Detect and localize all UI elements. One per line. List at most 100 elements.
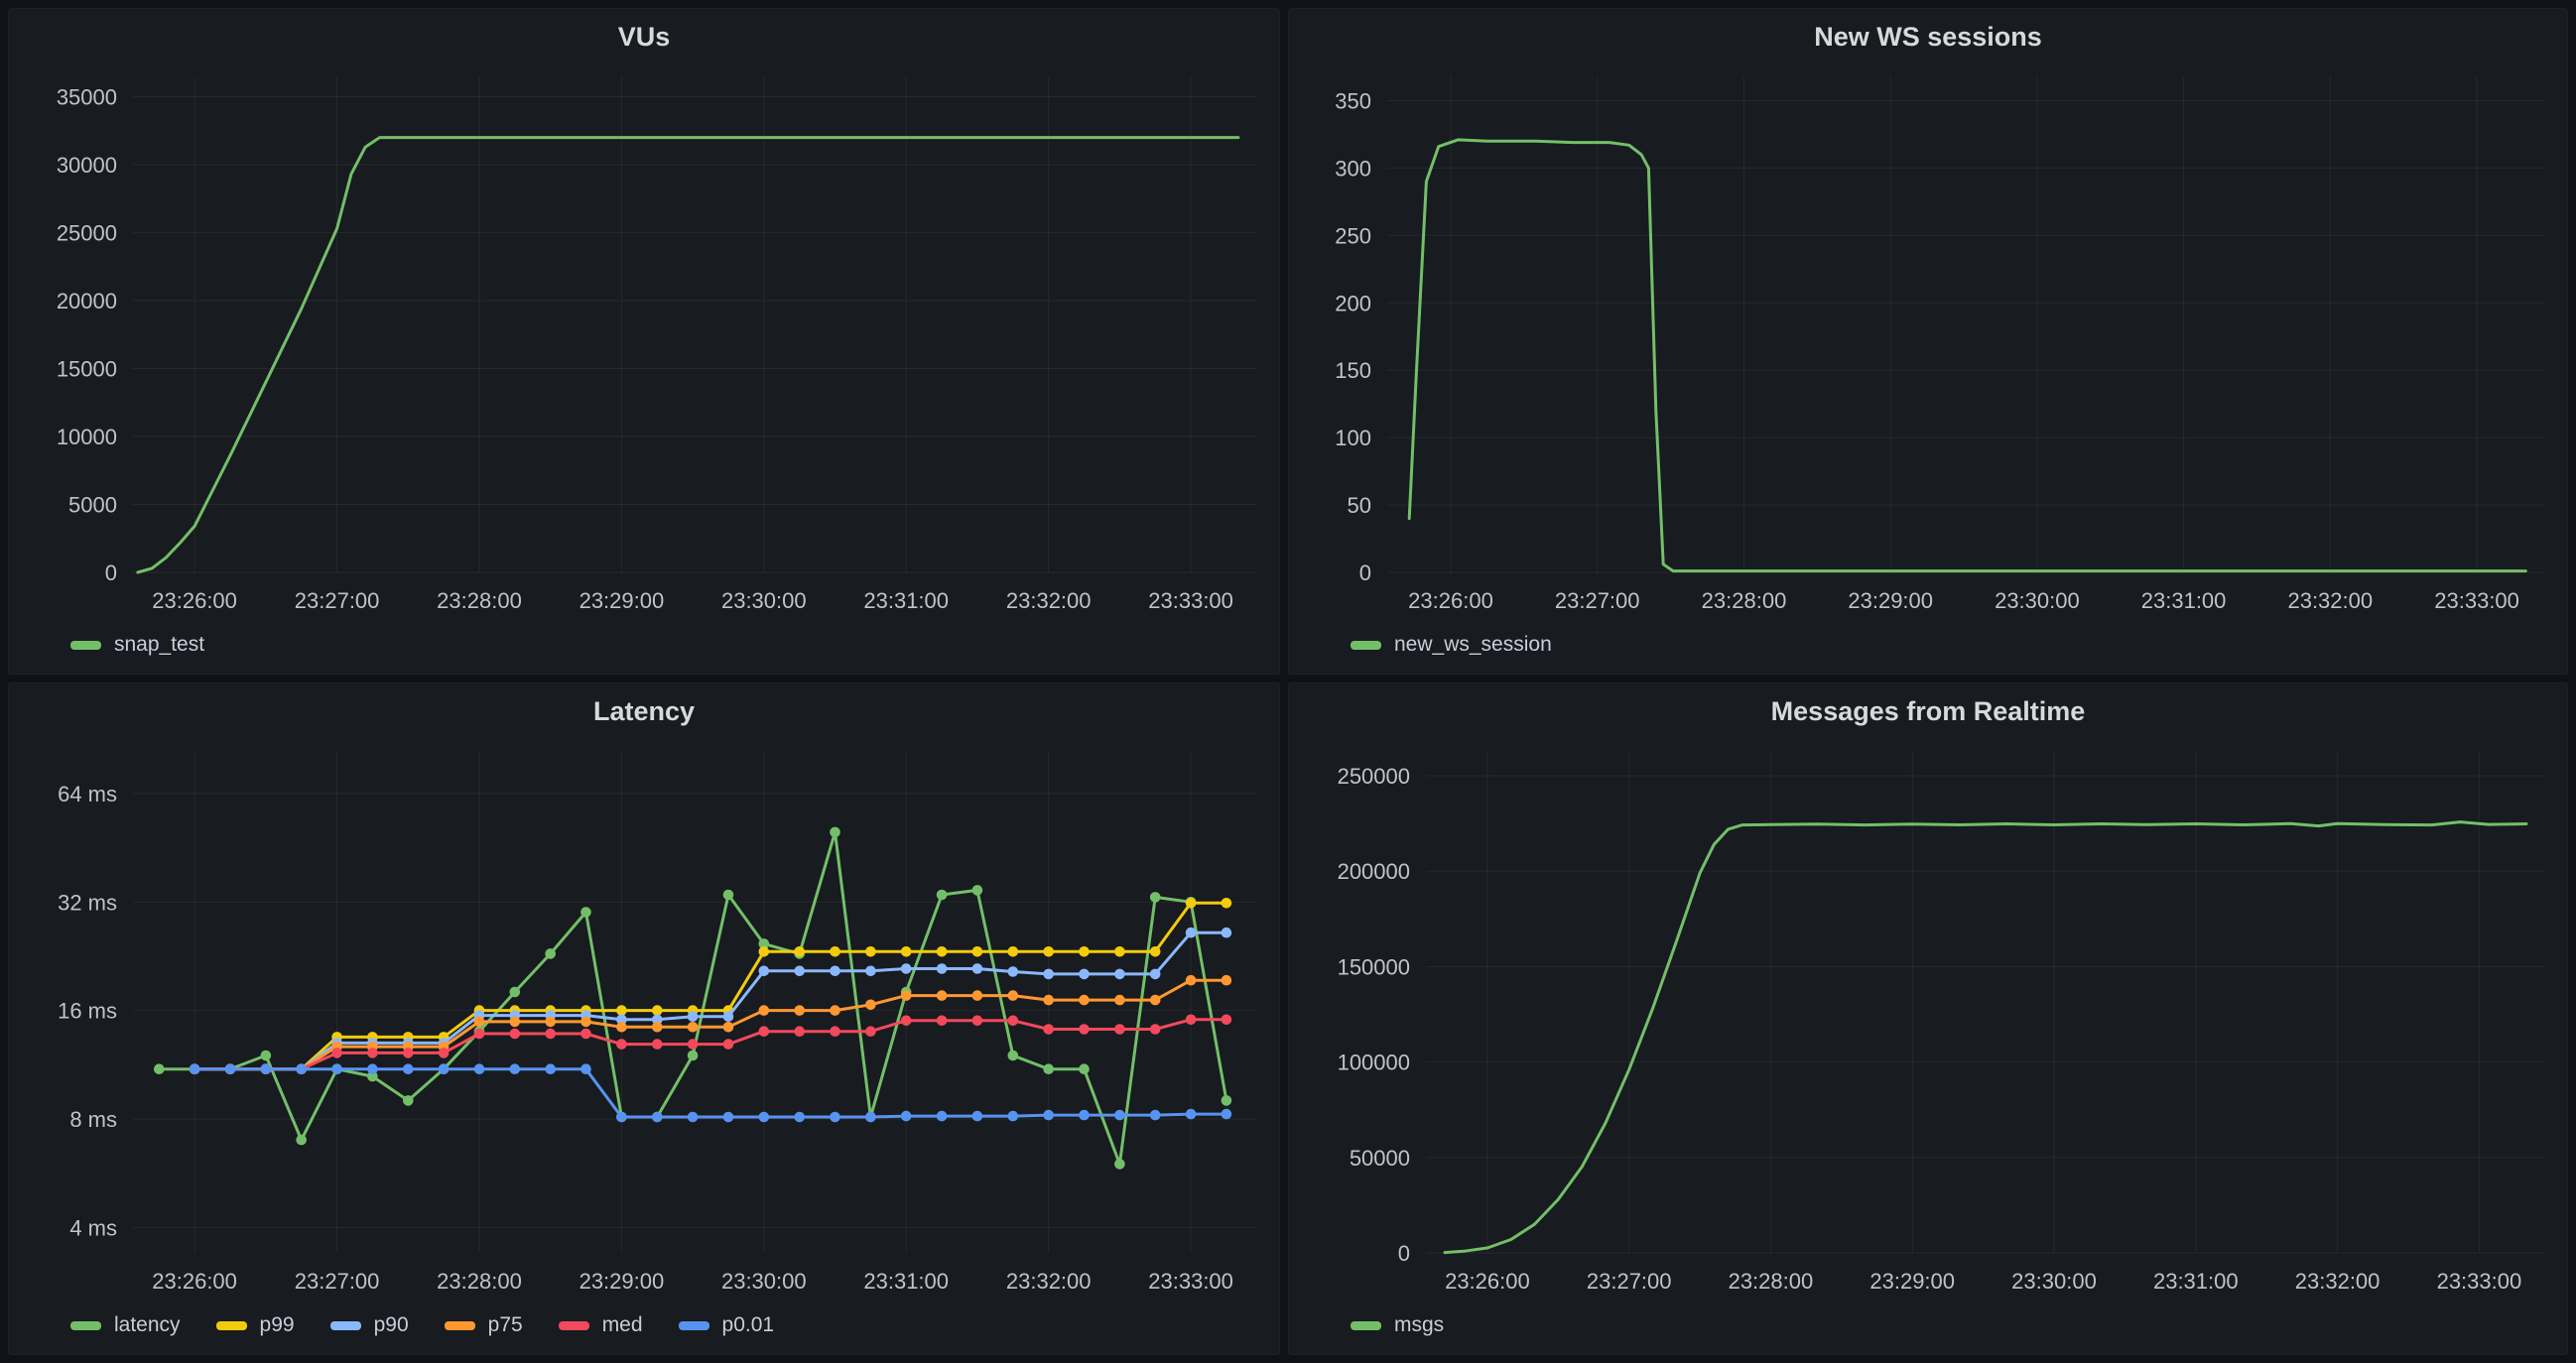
svg-text:100: 100 (1335, 426, 1371, 450)
svg-text:23:29:00: 23:29:00 (1869, 1269, 1955, 1294)
panel-title-vus[interactable]: VUs (19, 15, 1269, 59)
series-swatch (216, 1321, 247, 1330)
legend-item-msgs[interactable]: msgs (1351, 1313, 1444, 1337)
series-swatch (330, 1321, 361, 1330)
svg-text:23:28:00: 23:28:00 (1729, 1269, 1814, 1294)
svg-text:200000: 200000 (1338, 859, 1410, 884)
svg-text:10000: 10000 (57, 425, 117, 449)
legend-label: p0.01 (722, 1313, 775, 1337)
legend-latency: latency p99 p90 p75 med p0.01 (19, 1304, 1269, 1346)
chart-canvas-sessions[interactable]: 23:26:00 23:27:00 23:28:00 23:29:00 23:30:00… (1299, 59, 2557, 624)
svg-text:23:29:00: 23:29:00 (1848, 588, 1933, 613)
chart-canvas-msgs[interactable]: 23:26:00 23:27:00 23:28:00 23:29:00 23:30:00… (1299, 733, 2557, 1304)
legend-item-p90[interactable]: p90 (330, 1313, 409, 1337)
legend-item-p001[interactable]: p0.01 (679, 1313, 775, 1337)
chart-messages-from-realtime[interactable]: 23:26:00 23:27:00 23:28:00 23:29:00 23:30:00… (1299, 733, 2557, 1304)
svg-text:23:30:00: 23:30:00 (721, 1269, 807, 1294)
panel-title-new-ws-sessions[interactable]: New WS sessions (1299, 15, 2557, 59)
svg-text:64 ms: 64 ms (58, 782, 117, 806)
legend-label: snap_test (114, 633, 204, 657)
svg-text:250000: 250000 (1338, 764, 1410, 789)
chart-canvas-vus[interactable]: 23:26:00 23:27:00 23:28:00 23:29:00 23:30:00… (19, 59, 1269, 624)
legend-label: latency (114, 1313, 181, 1337)
svg-text:350: 350 (1335, 89, 1371, 114)
svg-text:23:28:00: 23:28:00 (437, 588, 522, 613)
panel-new-ws-sessions: New WS sessions 23:26:00 23:27:00 23:28:00… (1288, 8, 2568, 675)
svg-text:23:29:00: 23:29:00 (580, 1269, 665, 1294)
svg-text:23:27:00: 23:27:00 (295, 588, 380, 613)
legend-new-ws-sessions: new_ws_session (1299, 624, 2557, 666)
svg-text:23:26:00: 23:26:00 (152, 588, 237, 613)
svg-text:23:32:00: 23:32:00 (2287, 588, 2373, 613)
legend-label: p99 (260, 1313, 295, 1337)
legend-item-snap-test[interactable]: snap_test (70, 633, 204, 657)
svg-text:150000: 150000 (1338, 954, 1410, 979)
svg-text:0: 0 (1359, 560, 1371, 585)
svg-text:50000: 50000 (1350, 1146, 1410, 1171)
svg-text:23:28:00: 23:28:00 (437, 1269, 522, 1294)
legend-item-p99[interactable]: p99 (216, 1313, 295, 1337)
svg-text:20000: 20000 (57, 289, 117, 313)
svg-text:150: 150 (1335, 358, 1371, 383)
svg-text:30000: 30000 (57, 153, 117, 178)
legend-item-new-ws-session[interactable]: new_ws_session (1351, 633, 1552, 657)
chart-vus[interactable]: 23:26:00 23:27:00 23:28:00 23:29:00 23:30:00… (19, 59, 1269, 624)
svg-text:23:27:00: 23:27:00 (1587, 1269, 1672, 1294)
svg-text:23:31:00: 23:31:00 (863, 588, 949, 613)
svg-text:32 ms: 32 ms (58, 890, 117, 915)
series-swatch (1351, 1321, 1381, 1330)
svg-text:0: 0 (1398, 1241, 1410, 1266)
legend-vus: snap_test (19, 624, 1269, 666)
svg-text:23:33:00: 23:33:00 (2434, 588, 2519, 613)
panel-title-latency[interactable]: Latency (19, 689, 1269, 733)
svg-text:4 ms: 4 ms (69, 1215, 117, 1240)
svg-text:23:33:00: 23:33:00 (1148, 1269, 1233, 1294)
svg-text:23:26:00: 23:26:00 (1445, 1269, 1530, 1294)
legend-label: p90 (374, 1313, 409, 1337)
svg-text:250: 250 (1335, 223, 1371, 248)
svg-text:23:29:00: 23:29:00 (580, 588, 665, 613)
svg-text:50: 50 (1348, 493, 1371, 518)
chart-canvas-latency[interactable]: 23:26:00 23:27:00 23:28:00 23:29:00 23:30:00… (19, 733, 1269, 1304)
svg-text:35000: 35000 (57, 85, 117, 110)
svg-text:23:28:00: 23:28:00 (1702, 588, 1787, 613)
svg-text:5000: 5000 (68, 493, 117, 518)
svg-text:200: 200 (1335, 291, 1371, 315)
series-swatch (70, 641, 101, 650)
legend-item-med[interactable]: med (559, 1313, 643, 1337)
series-swatch (70, 1321, 101, 1330)
legend-item-p75[interactable]: p75 (445, 1313, 523, 1337)
series-swatch (559, 1321, 589, 1330)
panel-vus: VUs 23:26:00 23:27:00 23:28:00 23:29:00 23:3… (8, 8, 1280, 675)
chart-new-ws-sessions[interactable]: 23:26:00 23:27:00 23:28:00 23:29:00 23:30:00… (1299, 59, 2557, 624)
svg-text:23:27:00: 23:27:00 (1555, 588, 1640, 613)
svg-text:23:30:00: 23:30:00 (721, 588, 807, 613)
panel-messages-from-realtime: Messages from Realtime 23:26:0023:27:002… (1288, 682, 2568, 1355)
svg-text:23:26:00: 23:26:00 (152, 1269, 237, 1294)
panel-latency: Latency 23:26:00 23:27:00 23:28:00 23:29:00… (8, 682, 1280, 1355)
svg-text:8 ms: 8 ms (69, 1107, 117, 1132)
svg-text:23:32:00: 23:32:00 (2295, 1269, 2381, 1294)
svg-text:100000: 100000 (1338, 1051, 1410, 1075)
svg-text:300: 300 (1335, 156, 1371, 181)
svg-text:23:26:00: 23:26:00 (1408, 588, 1493, 613)
svg-text:25000: 25000 (57, 221, 117, 246)
svg-text:23:31:00: 23:31:00 (2141, 588, 2227, 613)
panel-title-messages-from-realtime[interactable]: Messages from Realtime (1299, 689, 2557, 733)
chart-latency[interactable]: 23:26:00 23:27:00 23:28:00 23:29:00 23:30:00… (19, 733, 1269, 1304)
svg-text:23:30:00: 23:30:00 (2011, 1269, 2097, 1294)
svg-text:23:32:00: 23:32:00 (1006, 1269, 1092, 1294)
series-swatch (445, 1321, 475, 1330)
svg-text:15000: 15000 (57, 357, 117, 382)
svg-text:23:31:00: 23:31:00 (863, 1269, 949, 1294)
svg-text:0: 0 (105, 560, 117, 585)
svg-text:23:32:00: 23:32:00 (1006, 588, 1092, 613)
svg-text:23:33:00: 23:33:00 (1148, 588, 1233, 613)
svg-text:23:27:00: 23:27:00 (295, 1269, 380, 1294)
legend-label: new_ws_session (1394, 633, 1552, 657)
svg-text:23:30:00: 23:30:00 (1995, 588, 2080, 613)
series-swatch (1351, 641, 1381, 650)
legend-messages-from-realtime: msgs (1299, 1304, 2557, 1346)
legend-item-latency[interactable]: latency (70, 1313, 181, 1337)
svg-text:16 ms: 16 ms (58, 999, 117, 1024)
